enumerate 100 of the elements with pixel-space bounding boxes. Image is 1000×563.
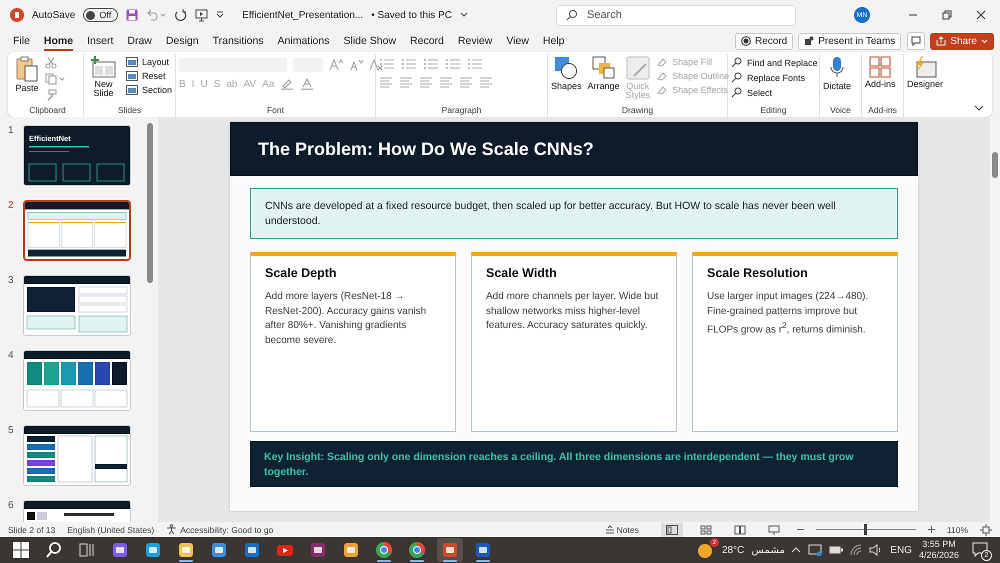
- ribbon-tab[interactable]: Insert: [80, 32, 120, 50]
- taskbar-app-icon[interactable]: [437, 538, 463, 562]
- fit-to-window-icon[interactable]: [980, 524, 992, 536]
- slide-count: Slide 2 of 13: [8, 524, 56, 534]
- app-icon: [78, 541, 96, 559]
- slide-number: 2: [8, 200, 15, 211]
- microphone-icon: [830, 56, 844, 80]
- ribbon-tab[interactable]: Home: [36, 32, 80, 50]
- search-icon: [731, 87, 743, 98]
- dictate-button[interactable]: Dictate: [823, 54, 852, 92]
- customize-icon[interactable]: [216, 11, 224, 19]
- group-label: Drawing: [620, 105, 654, 117]
- monitor-icon[interactable]: [808, 544, 822, 556]
- save-status[interactable]: • Saved to this PC: [371, 10, 452, 20]
- app-icon: [441, 541, 459, 559]
- temperature[interactable]: 28°C: [722, 544, 744, 556]
- layout-icon: [126, 85, 138, 95]
- add-ins-button[interactable]: Add-ins: [865, 54, 896, 90]
- group-label: Slides: [116, 105, 142, 117]
- weather-condition[interactable]: مشمس: [751, 544, 784, 556]
- view-icon: [700, 524, 712, 534]
- notes-button[interactable]: Notes: [604, 524, 639, 534]
- present-in-teams-button[interactable]: Present in Teams: [798, 32, 902, 50]
- card-text: Add more layers (ResNet-18 → ResNet-200). Accuracy gains vanish after 80%+. Vanishing gradients become severe.: [265, 290, 428, 348]
- slide-number: 1: [8, 125, 15, 136]
- ribbon-tab[interactable]: Design: [158, 32, 206, 50]
- search-field[interactable]: Search: [556, 4, 796, 26]
- ribbon-tab[interactable]: Help: [536, 32, 572, 50]
- copy-icon[interactable]: [45, 73, 65, 85]
- language-status[interactable]: English (United States): [67, 524, 154, 534]
- ribbon-tab[interactable]: Review: [450, 32, 500, 50]
- search-icon: [731, 57, 743, 68]
- ribbon-tab[interactable]: Transitions: [206, 32, 271, 50]
- slide-option-button[interactable]: Section: [126, 85, 172, 95]
- caret-icon[interactable]: [460, 12, 468, 18]
- chevron-up-icon[interactable]: [791, 547, 802, 553]
- save-icon[interactable]: [126, 9, 138, 21]
- view-icon: [666, 524, 678, 534]
- designer-icon: [913, 56, 938, 78]
- ribbon-tab[interactable]: Record: [403, 32, 451, 50]
- editing-button[interactable]: Replace Fonts: [731, 72, 818, 83]
- ribbon-tab[interactable]: Animations: [270, 32, 336, 50]
- editing-button[interactable]: Find and Replace: [731, 57, 818, 68]
- clock-date[interactable]: 4/26/2026: [918, 550, 959, 562]
- insight-text: Key Insight: Scaling only one dimension reaches a ceiling. All three dimensions are interdependent — they must grow together.: [264, 451, 854, 478]
- accessibility-status[interactable]: Accessibility: Good to go: [166, 524, 274, 535]
- ribbon-tab[interactable]: View: [499, 32, 536, 50]
- collapse-ribbon-icon[interactable]: [974, 105, 984, 111]
- zoom-in-icon[interactable]: [928, 526, 935, 533]
- file-name[interactable]: EfficientNet_Presentation...: [242, 10, 364, 20]
- paste-button[interactable]: Paste: [15, 54, 39, 94]
- ribbon-tab[interactable]: Slide Show: [336, 32, 404, 50]
- clock-time[interactable]: 3:55 PM: [922, 538, 956, 550]
- format-painter-icon[interactable]: [45, 89, 57, 101]
- teams-icon: [804, 36, 814, 46]
- close-icon[interactable]: [976, 10, 986, 20]
- slide-option-button[interactable]: Layout: [126, 57, 172, 67]
- app-icon: [177, 541, 195, 559]
- comment-icon[interactable]: [907, 32, 926, 50]
- slide-number: 3: [8, 275, 15, 286]
- slide-thumbnail[interactable]: [23, 200, 131, 261]
- search-icon: [731, 72, 743, 83]
- restore-icon[interactable]: [942, 10, 952, 20]
- editing-button[interactable]: Select: [731, 87, 818, 98]
- new-slide-button[interactable]: New Slide: [87, 54, 120, 99]
- view-icon: [734, 524, 746, 534]
- shapes-icon: [554, 56, 578, 80]
- battery-icon[interactable]: [829, 546, 844, 554]
- shapes-button[interactable]: Shapes: [551, 54, 582, 92]
- redo-icon[interactable]: [174, 8, 188, 22]
- designer-button[interactable]: Designer: [907, 54, 944, 90]
- group-label: Add-ins: [867, 105, 898, 117]
- presentation-icon[interactable]: [195, 8, 208, 22]
- zoom-level[interactable]: 110%: [946, 524, 968, 534]
- ribbon-tab[interactable]: File: [6, 32, 37, 50]
- wifi-icon[interactable]: [850, 544, 862, 556]
- app-icon: [144, 541, 162, 559]
- card-text: Use larger input images (224→480). Fine-grained patterns improve but FLOPs grow as r$^{2}$, returns diminish.: [707, 290, 870, 338]
- app-icon: [408, 541, 426, 559]
- input-language[interactable]: ENG: [890, 544, 912, 556]
- grid-icon: [869, 56, 892, 78]
- zoom-out-icon[interactable]: [796, 526, 804, 533]
- share-button[interactable]: Share: [930, 32, 994, 50]
- clipboard-icon: [15, 56, 39, 82]
- view-button[interactable]: [660, 522, 683, 536]
- arrange-button[interactable]: Arrange: [588, 54, 620, 92]
- app-icon: [309, 541, 327, 559]
- pen-icon: [656, 57, 668, 67]
- record-button[interactable]: Record: [734, 32, 794, 50]
- cut-icon[interactable]: [45, 57, 57, 69]
- slide-option-button[interactable]: Reset: [126, 71, 172, 81]
- app-icon: [12, 541, 30, 559]
- new-slide-icon: [90, 56, 116, 78]
- app-icon: [342, 541, 360, 559]
- notes-icon: [604, 525, 615, 534]
- slide-number: 5: [8, 425, 15, 436]
- slide-title: The Problem: How Do We Scale CNNs?: [258, 138, 594, 160]
- autosave-toggle[interactable]: Off: [83, 8, 118, 22]
- ribbon-tab[interactable]: Draw: [120, 32, 159, 50]
- undo-icon[interactable]: [146, 9, 166, 21]
